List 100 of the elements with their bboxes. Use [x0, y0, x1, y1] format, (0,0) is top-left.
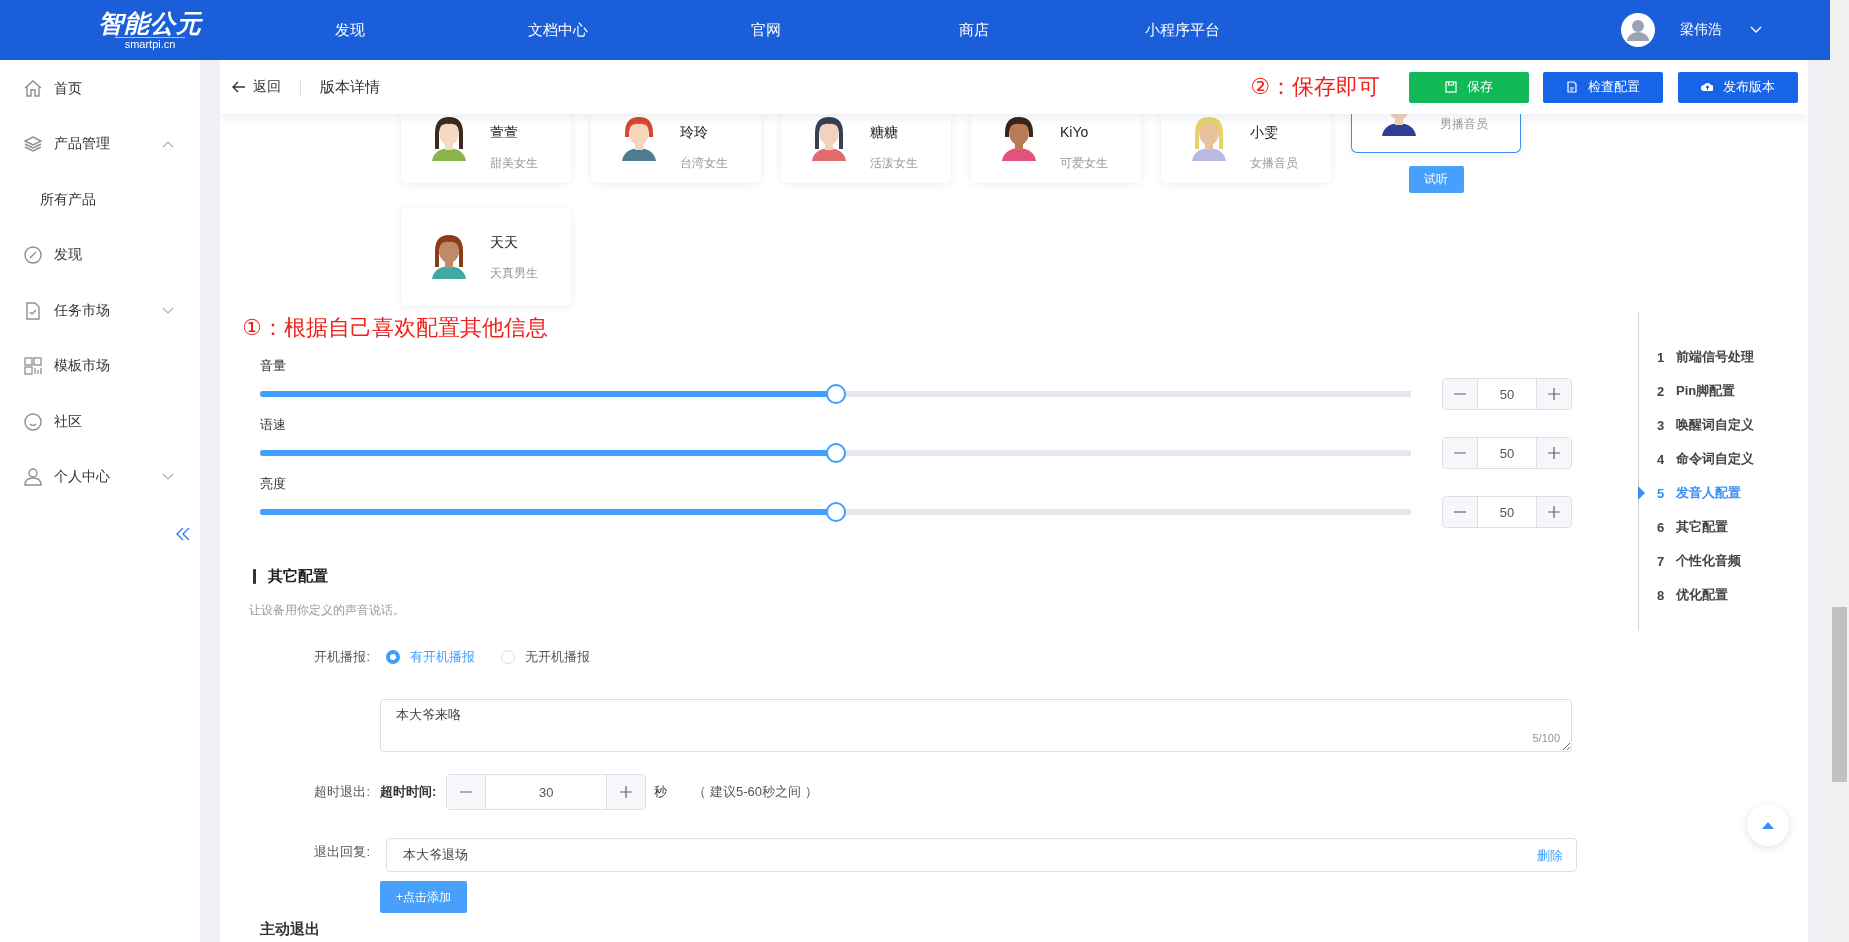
floppy-icon	[1445, 81, 1457, 93]
anchor-link[interactable]: 4 命令词自定义	[1657, 442, 1754, 476]
sidebar-item[interactable]: 模板市场	[0, 338, 200, 394]
anchor-link[interactable]: 3 唤醒词自定义	[1657, 408, 1754, 442]
annotation-text: ②：保存即可	[1250, 73, 1380, 101]
slider-thumb[interactable]	[825, 443, 846, 463]
logo-subtitle: smartpi.cn	[114, 37, 186, 51]
slider-label: 亮度	[260, 475, 287, 493]
increment-button[interactable]	[1537, 497, 1571, 527]
slider-label: 语速	[260, 416, 287, 434]
smile-icon	[23, 411, 43, 432]
number-stepper[interactable]: 50	[1442, 378, 1572, 410]
number-stepper[interactable]: 30	[446, 774, 647, 810]
plus-icon	[620, 786, 633, 798]
voice-description: 台湾女生	[680, 155, 728, 171]
plus-icon	[1548, 447, 1560, 459]
page-title: 版本详情	[320, 77, 380, 97]
anchor-link[interactable]: 7 个性化音频	[1657, 544, 1754, 578]
form-label: 超时退出:	[313, 783, 370, 801]
form-label: 退出回复:	[313, 843, 370, 861]
voice-description: 女播音员	[1250, 155, 1298, 171]
anchor-link[interactable]: 6 其它配置	[1657, 510, 1754, 544]
voice-card[interactable]: 小雯 女播音员	[1161, 114, 1331, 183]
voice-name: 玲玲	[680, 123, 709, 141]
nav-link[interactable]: 文档中心	[454, 20, 662, 40]
sidebar-item[interactable]: 所有产品	[0, 172, 200, 228]
arrow-left-icon	[232, 81, 246, 93]
decrement-button[interactable]	[447, 775, 486, 809]
pointer-triangle-icon	[1638, 486, 1645, 500]
back-link[interactable]: 返回	[232, 78, 281, 96]
voice-description: 甜美女生	[490, 155, 538, 171]
anchor-link[interactable]: 8 优化配置	[1657, 578, 1754, 612]
annotation-text: ①：根据自己喜欢配置其他信息	[242, 314, 549, 342]
sidebar-item[interactable]: 发现	[0, 227, 200, 283]
decrement-button[interactable]	[1443, 379, 1477, 409]
nav-link[interactable]: 小程序平台	[1078, 20, 1286, 40]
avatar-drawing	[812, 117, 846, 161]
voice-description: 可爱女生	[1060, 155, 1108, 171]
cloud-upload-icon	[1701, 81, 1713, 93]
voice-description: 天真男生	[490, 264, 538, 281]
avatar-drawing	[1002, 117, 1036, 161]
voice-description: 活泼女生	[870, 155, 918, 171]
nav-link[interactable]: 商店	[870, 20, 1078, 40]
logo-title: 智能公元	[98, 9, 202, 37]
back-to-top-button[interactable]	[1747, 804, 1789, 846]
sidebar-item[interactable]: 产品管理	[0, 116, 200, 172]
section-title: 主动退出	[260, 919, 321, 939]
sidebar-item[interactable]: 社区	[0, 394, 200, 450]
double-chevron-left-icon	[175, 527, 190, 541]
number-field[interactable]: 50	[1477, 497, 1537, 527]
number-stepper[interactable]: 50	[1442, 437, 1572, 469]
avatar-drawing	[622, 117, 656, 161]
voice-card[interactable]: KiYo 可爱女生	[971, 114, 1141, 183]
voice-card[interactable]: 天天 天真男生	[401, 207, 571, 306]
sidebar-item[interactable]: 首页	[0, 61, 200, 117]
scrollbar[interactable]	[1830, 0, 1849, 942]
radio-option[interactable]: 无开机播报	[501, 648, 590, 666]
anchor-link[interactable]: 1 前端信号处理	[1657, 340, 1754, 374]
character-counter: 5/100	[1532, 732, 1560, 744]
voice-card[interactable]: 萱萱 甜美女生	[401, 114, 571, 183]
unit-label: 秒	[654, 783, 668, 801]
voice-card[interactable]: 玲玲 台湾女生	[591, 114, 761, 183]
increment-button[interactable]	[607, 775, 646, 809]
increment-button[interactable]	[1537, 438, 1571, 468]
sidebar-item[interactable]: 个人中心	[0, 449, 200, 505]
user-name[interactable]: 梁伟浩	[1680, 21, 1722, 39]
chevron-down-icon	[1750, 26, 1762, 34]
check-config-button[interactable]: 检查配置	[1543, 71, 1663, 103]
number-field[interactable]: 50	[1477, 438, 1537, 468]
compass-icon	[23, 245, 43, 266]
document-check-icon	[23, 300, 43, 321]
voice-name: 天天	[490, 232, 519, 251]
slider-thumb[interactable]	[825, 384, 846, 404]
triangle-up-icon	[1762, 821, 1774, 829]
decrement-button[interactable]	[1443, 497, 1477, 527]
nav-link[interactable]: 官网	[662, 20, 870, 40]
avatar-icon	[1620, 12, 1656, 48]
slider-label: 音量	[260, 357, 287, 375]
number-field[interactable]: 50	[1477, 379, 1537, 409]
publish-button[interactable]: 发布版本	[1678, 71, 1798, 103]
hint-text: （ 建议5-60秒之间 ）	[693, 783, 818, 801]
sidebar-item[interactable]: 任务市场	[0, 283, 200, 339]
home-icon	[23, 78, 43, 99]
plus-icon	[1548, 506, 1560, 518]
increment-button[interactable]	[1537, 379, 1571, 409]
anchor-link[interactable]: 2 Pin脚配置	[1657, 374, 1754, 408]
layers-icon	[23, 134, 43, 155]
person-icon	[23, 467, 43, 488]
slider-thumb[interactable]	[825, 502, 846, 522]
avatar-drawing	[432, 117, 466, 161]
voice-description: 男播音员	[1440, 116, 1488, 132]
number-stepper[interactable]: 50	[1442, 496, 1572, 528]
voice-card[interactable]: 糖糖 活泼女生	[781, 114, 951, 183]
grid-icon	[23, 356, 43, 377]
number-field[interactable]: 30	[485, 775, 608, 809]
avatar-drawing	[432, 234, 466, 279]
decrement-button[interactable]	[1443, 438, 1477, 468]
section-title: 其它配置	[268, 566, 328, 586]
nav-link[interactable]: 发现	[246, 20, 454, 40]
field-label: 超时时间:	[380, 783, 437, 801]
